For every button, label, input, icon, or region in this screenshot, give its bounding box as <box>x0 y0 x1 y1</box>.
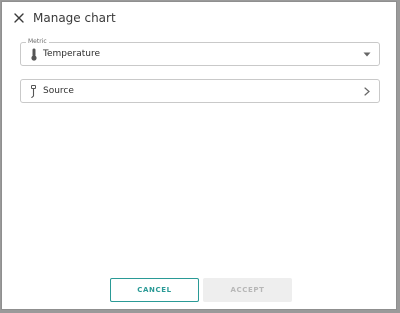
manage-chart-dialog: Manage chart Metric Temperature Source C… <box>1 1 397 310</box>
chevron-right-icon <box>362 86 372 96</box>
caret-down-icon <box>362 49 372 59</box>
sensor-probe-icon <box>29 85 39 98</box>
close-icon <box>14 13 24 23</box>
thermometer-icon <box>29 48 39 61</box>
source-value: Source <box>43 86 74 96</box>
metric-label: Metric <box>26 37 49 46</box>
source-selector[interactable]: Source <box>20 79 380 103</box>
dialog-header: Manage chart <box>2 2 396 36</box>
close-button[interactable] <box>11 10 27 26</box>
dialog-title: Manage chart <box>33 11 116 25</box>
accept-button[interactable]: ACCEPT <box>203 278 292 302</box>
cancel-button[interactable]: CANCEL <box>110 278 199 302</box>
metric-value: Temperature <box>43 49 101 59</box>
metric-select[interactable]: Metric Temperature <box>20 37 380 66</box>
